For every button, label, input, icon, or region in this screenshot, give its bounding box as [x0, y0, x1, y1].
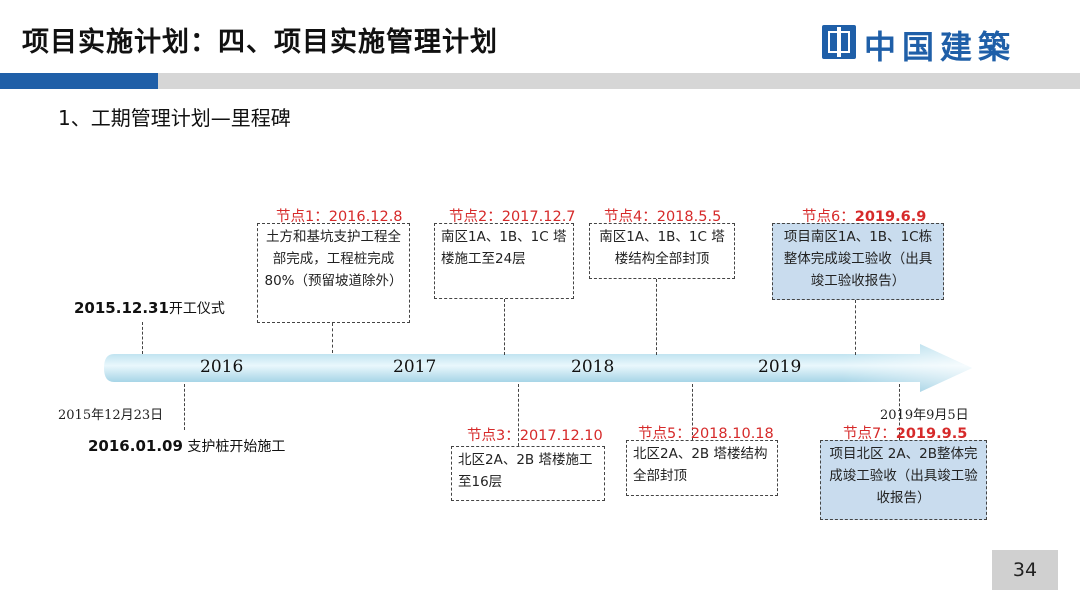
year-2019: 2019 — [758, 357, 802, 377]
year-2017: 2017 — [393, 357, 437, 377]
node2-connector — [504, 299, 505, 355]
node1-connector — [332, 323, 333, 353]
header-band-accent — [0, 73, 158, 89]
node4-connector — [656, 279, 657, 355]
event-pile-text: 支护桩开始施工 — [187, 439, 286, 455]
section-subtitle: 1、工期管理计划—里程碑 — [58, 106, 291, 130]
event-date-small-right: 2019年9月5日 — [880, 408, 969, 423]
node5-box: 北区2A、2B 塔楼结构全部封顶 — [626, 440, 778, 496]
brand-logo-icon — [822, 25, 856, 59]
node3-label: 节点3：2017.12.10 — [467, 428, 603, 444]
page-title: 项目实施计划：四、项目实施管理计划 — [22, 27, 498, 58]
event-start-text: 开工仪式 — [168, 301, 225, 317]
node1-box: 土方和基坑支护工程全部完成，工程桩完成80%（预留坡道除外） — [257, 223, 410, 323]
brand-name: 中国建築 — [864, 28, 1017, 66]
event-pile: 2016.01.09 支护桩开始施工 — [88, 436, 285, 456]
connector-start — [142, 322, 143, 354]
node7-box: 项目北区 2A、2B整体完成竣工验收（出具竣工验收报告） — [820, 440, 987, 520]
year-2018: 2018 — [571, 357, 615, 377]
header-band — [158, 73, 1080, 89]
node3-box: 北区2A、2B 塔楼施工至16层 — [451, 446, 605, 501]
node6-box: 项目南区1A、1B、1C栋整体完成竣工验收（出具竣工验收报告） — [772, 223, 944, 300]
page-number: 34 — [992, 550, 1058, 590]
node4-box: 南区1A、1B、1C 塔楼结构全部封顶 — [589, 223, 735, 279]
event-start-date: 2015.12.31 — [74, 299, 169, 317]
node2-box: 南区1A、1B、1C 塔楼施工至24层 — [434, 223, 574, 299]
event-start: 2015.12.31开工仪式 — [74, 298, 225, 318]
node6-connector — [855, 300, 856, 355]
event-date-small: 2015年12月23日 — [58, 408, 164, 423]
year-2016: 2016 — [200, 357, 244, 377]
connector-pile — [184, 384, 185, 430]
event-pile-date: 2016.01.09 — [88, 437, 183, 455]
